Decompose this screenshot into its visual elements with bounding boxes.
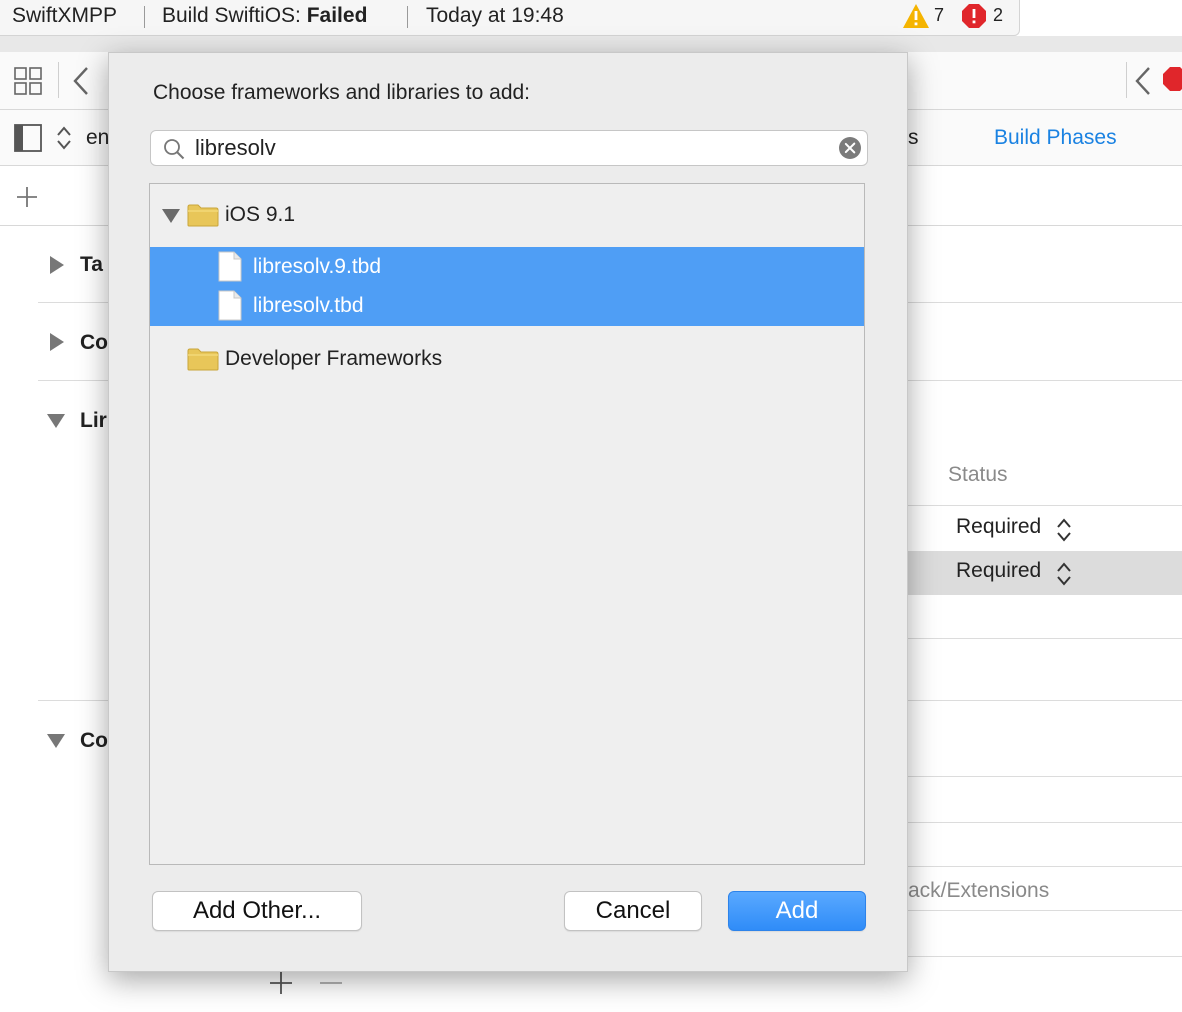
dialog-title: Choose frameworks and libraries to add:: [153, 81, 531, 104]
error-icon[interactable]: [1162, 66, 1182, 92]
tab-partial[interactable]: s: [908, 126, 919, 150]
table-row[interactable]: Required: [908, 551, 1182, 595]
stepper-icon[interactable]: [1056, 517, 1072, 543]
error-icon[interactable]: [961, 3, 987, 29]
file-icon: [218, 251, 242, 282]
tree-folder-row[interactable]: Developer Frameworks: [150, 339, 864, 379]
add-item-icon[interactable]: [268, 970, 294, 996]
status-separator: [144, 6, 145, 28]
section-header[interactable]: Lir: [80, 409, 107, 433]
section-header[interactable]: Co: [80, 331, 108, 355]
build-result: Failed: [306, 4, 368, 27]
target-stepper-icon[interactable]: [55, 124, 73, 152]
sidebar-toggle-icon[interactable]: [14, 124, 42, 152]
status-value: Required: [956, 559, 1042, 582]
add-button[interactable]: Add: [728, 891, 866, 931]
tree-item-label: Developer Frameworks: [225, 347, 443, 370]
status-column-header: Status: [948, 463, 1008, 486]
warning-icon[interactable]: [902, 3, 930, 29]
add-phase-icon[interactable]: [15, 185, 39, 209]
table-divider: [908, 505, 1182, 506]
search-icon: [164, 139, 185, 160]
table-divider: [908, 866, 1182, 867]
section-header[interactable]: Ta: [80, 253, 103, 277]
section-header[interactable]: Co: [80, 729, 108, 753]
table-divider: [908, 910, 1182, 911]
build-label: Build SwiftiOS:: [162, 4, 307, 27]
folder-icon: [187, 204, 219, 227]
back-chevron-icon[interactable]: [72, 66, 90, 96]
tree-item-label: libresolv.9.tbd: [253, 255, 382, 278]
disclosure-down-icon[interactable]: [47, 734, 65, 748]
file-icon: [218, 290, 242, 321]
tree-item-label: iOS 9.1: [225, 203, 296, 226]
search-input[interactable]: [195, 134, 815, 162]
activity-status-bar: SwiftXMPP Build SwiftiOS: Failed Today a…: [0, 0, 1020, 36]
error-count: 2: [993, 5, 1004, 25]
path-text-partial: ack/Extensions: [908, 879, 1050, 902]
build-status: Build SwiftiOS: Failed: [162, 4, 367, 28]
disclosure-down-icon[interactable]: [162, 209, 180, 223]
tab-general-partial[interactable]: en: [86, 126, 109, 150]
add-other-button[interactable]: Add Other...: [152, 891, 362, 931]
cancel-button[interactable]: Cancel: [564, 891, 702, 931]
status-separator: [407, 6, 408, 28]
warning-count: 7: [934, 5, 945, 25]
tree-file-row[interactable]: libresolv.tbd: [150, 286, 864, 326]
library-browser[interactable]: iOS 9.1 libresolv.9.tbd libresolv.tbd De…: [149, 183, 865, 865]
add-frameworks-dialog: Choose frameworks and libraries to add: …: [108, 52, 908, 972]
disclosure-down-icon[interactable]: [47, 414, 65, 428]
folder-icon: [187, 348, 219, 371]
stepper-icon[interactable]: [1056, 561, 1072, 587]
toolbar-divider: [1126, 62, 1127, 98]
toolbar-divider: [58, 62, 59, 98]
tab-build-phases[interactable]: Build Phases: [994, 126, 1117, 150]
remove-item-icon[interactable]: [318, 970, 344, 996]
back-chevron-icon[interactable]: [1134, 66, 1152, 96]
table-divider: [908, 956, 1182, 957]
disclosure-right-icon[interactable]: [50, 256, 64, 274]
tree-item-label: libresolv.tbd: [253, 294, 364, 317]
clear-search-icon[interactable]: [839, 137, 861, 159]
search-field[interactable]: [150, 130, 868, 166]
window-chrome: [0, 36, 1182, 52]
build-time: Today at 19:48: [426, 4, 564, 27]
table-row[interactable]: Required: [908, 507, 1182, 551]
tree-file-row[interactable]: libresolv.9.tbd: [150, 247, 864, 287]
status-value: Required: [956, 515, 1042, 538]
related-items-icon[interactable]: [14, 67, 42, 95]
tree-folder-row[interactable]: iOS 9.1: [150, 195, 864, 235]
table-divider: [908, 776, 1182, 777]
table-divider: [908, 638, 1182, 639]
project-name: SwiftXMPP: [12, 4, 118, 27]
table-divider: [908, 822, 1182, 823]
disclosure-right-icon[interactable]: [50, 333, 64, 351]
